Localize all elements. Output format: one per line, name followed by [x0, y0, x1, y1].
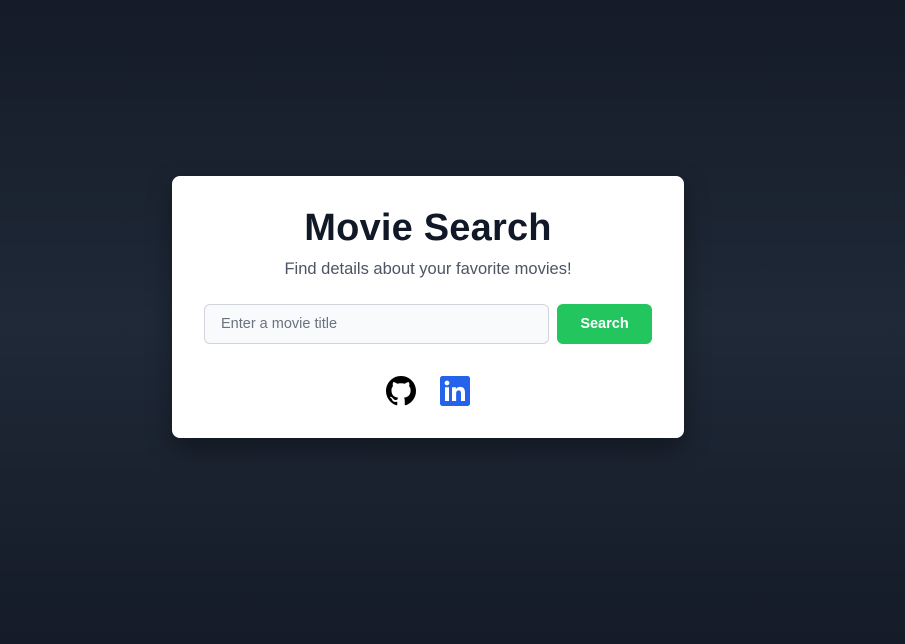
movie-title-input[interactable]: [204, 304, 549, 344]
search-card: Movie Search Find details about your fav…: [172, 176, 684, 438]
github-icon: [386, 376, 416, 406]
linkedin-icon: [440, 376, 470, 406]
social-links: [172, 376, 684, 406]
page-subtitle: Find details about your favorite movies!: [284, 260, 572, 278]
github-link[interactable]: [386, 376, 416, 406]
search-button[interactable]: Search: [557, 304, 652, 344]
page-title: Movie Search: [304, 207, 552, 249]
linkedin-link[interactable]: [440, 376, 470, 406]
